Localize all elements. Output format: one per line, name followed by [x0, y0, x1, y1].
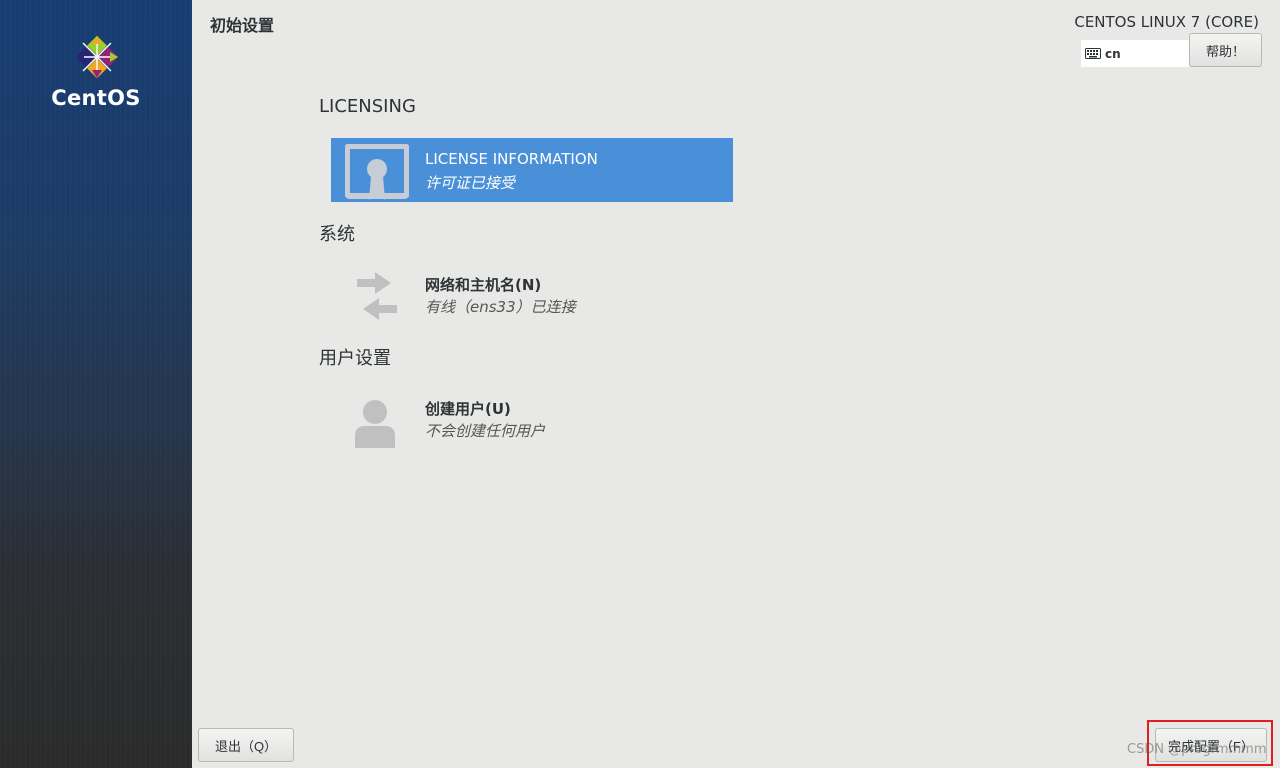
system-heading: 系统 — [319, 224, 355, 245]
keyboard-layout-indicator[interactable]: cn — [1081, 40, 1189, 67]
network-arrows-icon — [357, 272, 397, 320]
centos-logo-text: CentOS — [51, 86, 141, 110]
centos-logo-icon — [75, 35, 119, 79]
watermark: CSDN @progrmmmm — [1127, 742, 1267, 757]
create-user-spoke[interactable]: 创建用户(U) 不会创建任何用户 — [331, 386, 733, 450]
license-information-status: 许可证已接受 — [425, 174, 516, 192]
sidebar: CentOS — [0, 0, 192, 768]
product-name: CENTOS LINUX 7 (CORE) — [1074, 13, 1259, 31]
network-hostname-status: 有线（ens33）已连接 — [425, 298, 576, 316]
keyboard-layout-label: cn — [1105, 46, 1121, 61]
sidebar-texture — [0, 0, 192, 768]
help-button[interactable]: 帮助！ — [1189, 33, 1262, 67]
certificate-icon — [345, 144, 409, 200]
user-icon — [355, 400, 395, 448]
create-user-status: 不会创建任何用户 — [425, 422, 546, 440]
license-information-spoke[interactable]: LICENSE INFORMATION 许可证已接受 — [331, 138, 733, 202]
licensing-heading: LICENSING — [319, 96, 416, 117]
network-hostname-title: 网络和主机名(N) — [425, 276, 542, 294]
keyboard-icon — [1085, 48, 1101, 59]
user-settings-heading: 用户设置 — [319, 348, 391, 369]
quit-button[interactable]: 退出（Q） — [198, 728, 294, 762]
network-hostname-spoke[interactable]: 网络和主机名(N) 有线（ens33）已连接 — [331, 262, 733, 326]
license-information-title: LICENSE INFORMATION — [425, 150, 598, 168]
page-title: 初始设置 — [210, 16, 275, 35]
create-user-title: 创建用户(U) — [425, 400, 511, 418]
